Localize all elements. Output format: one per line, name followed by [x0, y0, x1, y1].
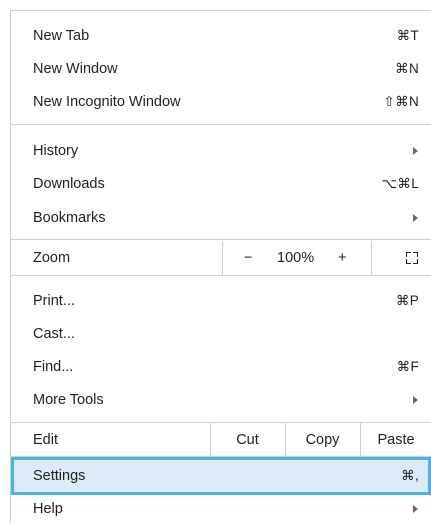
menu-item-label: Help: [33, 501, 63, 517]
menu-item-more-tools[interactable]: More Tools: [11, 383, 431, 416]
menu-item-settings[interactable]: Settings ⌘,: [11, 457, 431, 495]
menu-item-shortcut: ⌘P: [395, 292, 419, 308]
menu-item-shortcut: ⌘N: [395, 60, 419, 76]
edit-label: Edit: [33, 432, 58, 448]
browser-main-menu: New Tab ⌘T New Window ⌘N New Incognito W…: [10, 10, 431, 523]
paste-button[interactable]: Paste: [361, 432, 431, 448]
menu-item-cast[interactable]: Cast...: [11, 317, 431, 350]
menu-item-label: Find...: [33, 358, 74, 375]
zoom-divider: [222, 241, 223, 275]
zoom-level: 100%: [277, 250, 315, 266]
menu-item-find[interactable]: Find... ⌘F: [11, 350, 431, 383]
menu-item-edit: Edit Cut Copy Paste: [11, 423, 431, 457]
menu-item-label: Print...: [33, 292, 75, 309]
menu-item-label: Cast...: [33, 325, 75, 342]
menu-item-help[interactable]: Help: [11, 494, 431, 524]
menu-item-label: Settings: [33, 468, 86, 484]
zoom-out-button[interactable]: −: [244, 250, 252, 266]
menu-item-new-incognito-window[interactable]: New Incognito Window ⇧⌘N: [11, 85, 431, 118]
menu-item-downloads[interactable]: Downloads ⌥⌘L: [11, 167, 431, 200]
menu-separator: [11, 275, 431, 276]
menu-item-zoom: Zoom − 100% +: [11, 241, 431, 275]
menu-item-label: New Tab: [33, 27, 90, 44]
menu-item-label: More Tools: [33, 391, 104, 408]
menu-item-label: New Window: [33, 60, 118, 77]
menu-item-label: Downloads: [33, 175, 105, 192]
menu-item-shortcut: ⌘T: [396, 27, 419, 43]
menu-item-shortcut: ⌘F: [396, 358, 419, 374]
zoom-divider: [371, 241, 372, 275]
menu-item-history[interactable]: History: [11, 134, 431, 167]
menu-separator: [11, 239, 431, 240]
menu-item-shortcut: ⇧⌘N: [383, 93, 419, 109]
zoom-in-button[interactable]: +: [338, 250, 346, 266]
submenu-arrow-icon: [413, 505, 418, 513]
submenu-arrow-icon: [413, 146, 418, 155]
menu-item-print[interactable]: Print... ⌘P: [11, 284, 431, 317]
menu-separator: [11, 124, 431, 125]
menu-item-label: Bookmarks: [33, 209, 106, 226]
copy-button[interactable]: Copy: [286, 432, 359, 448]
submenu-arrow-icon: [413, 395, 418, 404]
menu-item-new-window[interactable]: New Window ⌘N: [11, 52, 431, 85]
menu-item-bookmarks[interactable]: Bookmarks: [11, 201, 431, 234]
fullscreen-icon[interactable]: [406, 252, 418, 264]
menu-item-label: New Incognito Window: [33, 93, 181, 110]
menu-item-shortcut: ⌘,: [401, 468, 419, 483]
menu-item-shortcut: ⌥⌘L: [381, 175, 419, 191]
zoom-label: Zoom: [33, 250, 71, 266]
cut-button[interactable]: Cut: [211, 432, 284, 448]
menu-item-label: History: [33, 142, 79, 159]
menu-item-new-tab[interactable]: New Tab ⌘T: [11, 19, 431, 52]
submenu-arrow-icon: [413, 213, 418, 222]
